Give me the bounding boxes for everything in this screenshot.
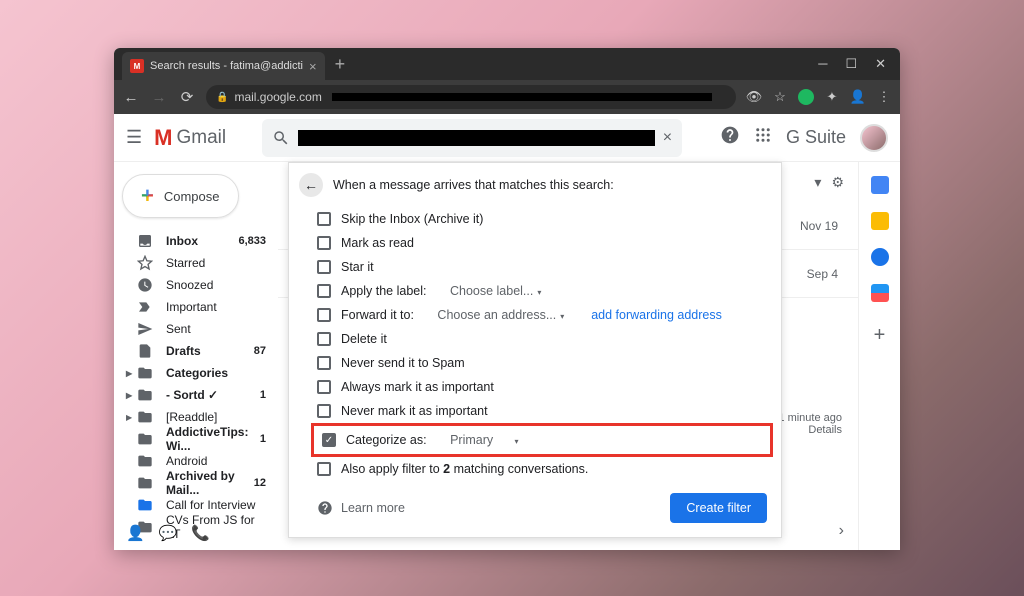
eye-icon[interactable]: 👁 bbox=[746, 89, 762, 105]
gmail-app: ☰ M Gmail × G Suite bbox=[114, 114, 900, 550]
phone-icon[interactable]: 📞 bbox=[191, 524, 210, 542]
favicon-gmail: M bbox=[130, 59, 144, 73]
nav-item-sortd[interactable]: ▶- Sortd ✓1 bbox=[114, 384, 278, 406]
extension-icons: 👁 ☆ ✦ 👤 ⋮ bbox=[746, 89, 892, 105]
nav-item-drafts[interactable]: Drafts87 bbox=[114, 340, 278, 362]
categorize-dropdown[interactable]: Primary ▾ bbox=[450, 433, 518, 447]
calendar-icon[interactable] bbox=[871, 176, 889, 194]
gmail-m-icon: M bbox=[154, 125, 172, 151]
opt-mark-read[interactable]: Mark as read bbox=[317, 231, 767, 255]
nav-item-important[interactable]: Important bbox=[114, 296, 278, 318]
hamburger-icon[interactable]: ☰ bbox=[126, 127, 142, 148]
nav-item-categories[interactable]: ▶Categories bbox=[114, 362, 278, 384]
gmail-logo-text: Gmail bbox=[176, 127, 226, 149]
new-tab-button[interactable]: + bbox=[325, 54, 356, 75]
gmail-logo[interactable]: M Gmail bbox=[154, 125, 226, 151]
nav-list: Inbox6,833StarredSnoozedImportantSentDra… bbox=[114, 230, 278, 538]
search-input-redacted[interactable] bbox=[298, 130, 655, 146]
gsuite-logo: G Suite bbox=[786, 127, 846, 148]
url-input[interactable]: 🔒 mail.google.com bbox=[206, 85, 736, 109]
tab-title: Search results - fatima@addicti bbox=[150, 60, 303, 72]
filter-footer: Learn more Create filter bbox=[289, 481, 781, 537]
tasks-icon[interactable] bbox=[871, 248, 889, 266]
nav-item-inbox[interactable]: Inbox6,833 bbox=[114, 230, 278, 252]
browser-tab[interactable]: M Search results - fatima@addicti × bbox=[122, 52, 325, 80]
lock-icon: 🔒 bbox=[216, 92, 228, 103]
keep-icon[interactable] bbox=[871, 212, 889, 230]
nav-item-snoozed[interactable]: Snoozed bbox=[114, 274, 278, 296]
nav-item-starred[interactable]: Starred bbox=[114, 252, 278, 274]
header-right: G Suite bbox=[720, 124, 888, 152]
opt-also-apply[interactable]: Also apply filter to 2 matching conversa… bbox=[317, 457, 767, 481]
compose-label: Compose bbox=[164, 189, 220, 204]
label-dropdown[interactable]: Choose label...▾ bbox=[450, 284, 541, 298]
learn-more-link[interactable]: Learn more bbox=[317, 500, 405, 516]
gmail-header: ☰ M Gmail × G Suite bbox=[114, 114, 900, 162]
nav-item-addictivetipswi[interactable]: AddictiveTips: Wi...1 bbox=[114, 428, 278, 450]
compose-button[interactable]: + Compose bbox=[122, 174, 239, 218]
app-body: + Compose Inbox6,833StarredSnoozedImport… bbox=[114, 162, 900, 550]
address-bar: ← → ⟳ 🔒 mail.google.com 👁 ☆ ✦ 👤 ⋮ bbox=[114, 80, 900, 114]
opt-delete[interactable]: Delete it bbox=[317, 327, 767, 351]
forward-dropdown[interactable]: Choose an address...▾ bbox=[437, 308, 564, 322]
puzzle-icon[interactable]: ✦ bbox=[824, 89, 840, 105]
next-icon[interactable]: › bbox=[839, 522, 844, 540]
filter-header: ← When a message arrives that matches th… bbox=[289, 163, 781, 207]
tab-close-icon[interactable]: × bbox=[309, 59, 317, 74]
forward-icon: → bbox=[150, 89, 168, 106]
bottom-icons: 👤 💬 📞 bbox=[126, 524, 210, 542]
profile-icon[interactable]: 👤 bbox=[850, 89, 866, 105]
opt-never-spam[interactable]: Never send it to Spam bbox=[317, 351, 767, 375]
maximize-icon[interactable]: ☐ bbox=[845, 56, 857, 72]
filter-options: Skip the Inbox (Archive it) Mark as read… bbox=[289, 207, 781, 481]
filter-title: When a message arrives that matches this… bbox=[333, 178, 614, 192]
opt-skip-inbox[interactable]: Skip the Inbox (Archive it) bbox=[317, 207, 767, 231]
addons-plus-icon[interactable]: + bbox=[874, 324, 886, 347]
create-filter-button[interactable]: Create filter bbox=[670, 493, 767, 523]
avatar[interactable] bbox=[860, 124, 888, 152]
search-icon bbox=[272, 129, 290, 147]
gear-icon[interactable]: ⚙ bbox=[831, 174, 844, 191]
url-text: mail.google.com bbox=[234, 90, 321, 104]
extension-green-icon[interactable] bbox=[798, 89, 814, 105]
minimize-icon[interactable]: ─ bbox=[818, 56, 827, 72]
sidebar: + Compose Inbox6,833StarredSnoozedImport… bbox=[114, 162, 278, 550]
close-icon[interactable]: ✕ bbox=[875, 56, 886, 72]
person-icon[interactable]: 👤 bbox=[126, 524, 145, 542]
url-hidden bbox=[332, 93, 712, 101]
compose-plus-icon: + bbox=[141, 183, 154, 209]
contacts-icon[interactable] bbox=[871, 284, 889, 302]
search-bar[interactable]: × bbox=[262, 119, 682, 157]
opt-categorize[interactable]: ✓Categorize as: Primary ▾ bbox=[316, 428, 768, 452]
browser-window: M Search results - fatima@addicti × + ─ … bbox=[114, 48, 900, 550]
menu-dots-icon[interactable]: ⋮ bbox=[876, 89, 892, 105]
reload-icon[interactable]: ⟳ bbox=[178, 88, 196, 106]
filter-popup: ← When a message arrives that matches th… bbox=[288, 162, 782, 538]
opt-always-important[interactable]: Always mark it as important bbox=[317, 375, 767, 399]
add-forwarding-link[interactable]: add forwarding address bbox=[591, 308, 722, 322]
star-icon[interactable]: ☆ bbox=[772, 89, 788, 105]
filter-back-button[interactable]: ← bbox=[299, 173, 323, 197]
opt-apply-label[interactable]: Apply the label: Choose label...▾ bbox=[317, 279, 767, 303]
opt-forward[interactable]: Forward it to: Choose an address...▾ add… bbox=[317, 303, 767, 327]
apps-grid-icon[interactable] bbox=[754, 126, 772, 149]
nav-item-sent[interactable]: Sent bbox=[114, 318, 278, 340]
help-icon bbox=[317, 500, 333, 516]
side-panel: + bbox=[858, 162, 900, 550]
caret-icon[interactable]: ▾ bbox=[814, 174, 821, 191]
opt-star[interactable]: Star it bbox=[317, 255, 767, 279]
nav-item-archivedbymail[interactable]: Archived by Mail...12 bbox=[114, 472, 278, 494]
opt-never-important[interactable]: Never mark it as important bbox=[317, 399, 767, 423]
meta-info: 1 minute ago Details bbox=[778, 412, 842, 436]
search-clear-icon[interactable]: × bbox=[663, 129, 672, 147]
back-icon[interactable]: ← bbox=[122, 89, 140, 106]
window-controls: ─ ☐ ✕ bbox=[804, 56, 900, 72]
highlight-categorize: ✓Categorize as: Primary ▾ bbox=[311, 423, 773, 457]
help-icon[interactable] bbox=[720, 125, 740, 150]
tab-bar: M Search results - fatima@addicti × + ─ … bbox=[114, 48, 900, 80]
hangouts-icon[interactable]: 💬 bbox=[159, 524, 178, 542]
